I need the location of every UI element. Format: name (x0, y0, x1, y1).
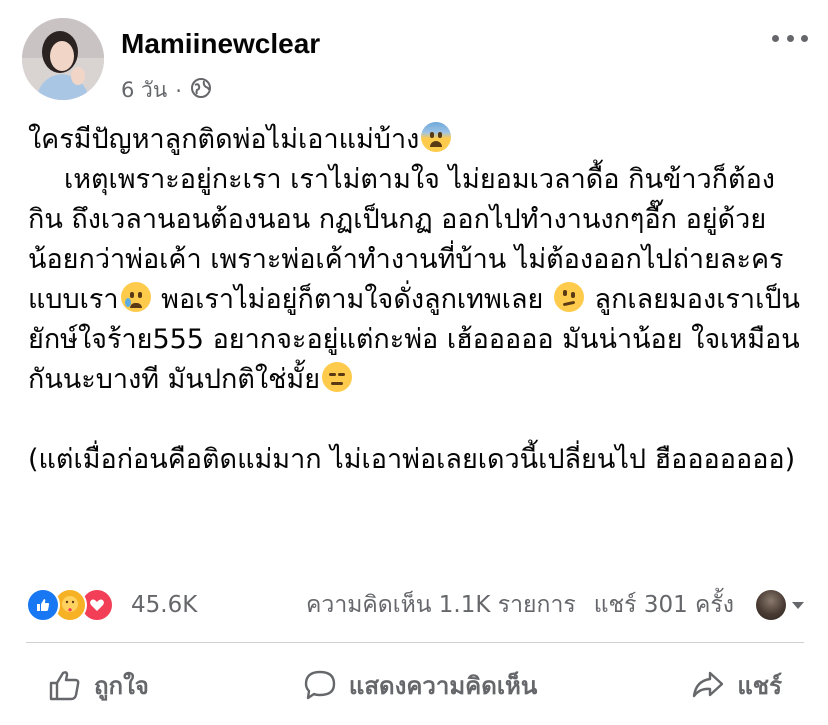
meta-separator: · (175, 78, 182, 103)
like-button-label: ถูกใจ (94, 671, 149, 700)
comment-bubble-icon (304, 670, 336, 700)
engagement-stats: ความคิดเห็น 1.1K รายการ แชร์ 301 ครั้ง (306, 587, 806, 623)
comment-count[interactable]: ความคิดเห็น 1.1K รายการ (306, 587, 576, 623)
share-button-label: แชร์ (737, 671, 782, 700)
reactions-summary: 45.6K ความคิดเห็น 1.1K รายการ แชร์ 301 ค… (26, 587, 806, 623)
comment-button-label: แสดงความคิดเห็น (348, 671, 538, 700)
viewer-avatar (756, 590, 786, 620)
more-dot (786, 34, 794, 42)
post-line-1: ใครมีปัญหาลูกติดพ่อไม่เอาแม่บ้าง (28, 124, 420, 155)
author-name[interactable]: Mamiinewclear (121, 28, 320, 60)
post-meta: 6 วัน · (121, 74, 212, 107)
share-arrow-icon (693, 671, 724, 698)
post-paragraph-spacer (28, 400, 808, 440)
fearful-face-icon (421, 122, 452, 152)
like-button[interactable]: ถูกใจ (26, 660, 171, 711)
post-paragraph-2: เหตุเพราะอยู่กะเรา เราไม่ตามใจ ไม่ยอมเวล… (28, 160, 808, 400)
post-time[interactable]: 6 วัน (121, 74, 167, 107)
globe-icon (190, 77, 212, 104)
action-bar: ถูกใจ แสดงความคิดเห็น แชร์ (26, 656, 804, 714)
share-count[interactable]: แชร์ 301 ครั้ง (594, 587, 734, 623)
viewer-selector[interactable] (756, 590, 806, 620)
post-text: ใครมีปัญหาลูกติดพ่อไม่เอาแม่บ้างเหตุเพรา… (28, 120, 808, 480)
more-options-icon[interactable] (772, 28, 808, 48)
reaction-count[interactable]: 45.6K (131, 592, 197, 618)
more-dot (801, 34, 808, 42)
avatar-photo (22, 18, 104, 100)
chevron-down-icon (792, 602, 804, 609)
thumbs-up-icon (49, 671, 80, 701)
author-avatar[interactable] (22, 18, 104, 100)
raised-eyebrow-face-icon (553, 282, 584, 312)
post-paragraph-1: ใครมีปัญหาลูกติดพ่อไม่เอาแม่บ้าง (28, 120, 808, 160)
divider (26, 642, 804, 643)
share-button[interactable]: แชร์ (669, 660, 804, 711)
comment-button[interactable]: แสดงความคิดเห็น (281, 660, 559, 711)
reaction-icons[interactable] (26, 588, 114, 622)
expressionless-face-icon (322, 362, 353, 392)
more-dot (772, 34, 779, 42)
post-paragraph-3: (แต่เมื่อก่อนคือติดแม่มาก ไม่เอาพ่อเลยเด… (28, 444, 796, 475)
post-text-part-2: พอเราไม่อยู่ก็ตามใจดั่งลูกเทพเลย (152, 284, 552, 315)
post-header: Mamiinewclear 6 วัน · (22, 18, 812, 103)
like-reaction-icon (26, 588, 60, 622)
crying-face-icon (120, 282, 151, 312)
